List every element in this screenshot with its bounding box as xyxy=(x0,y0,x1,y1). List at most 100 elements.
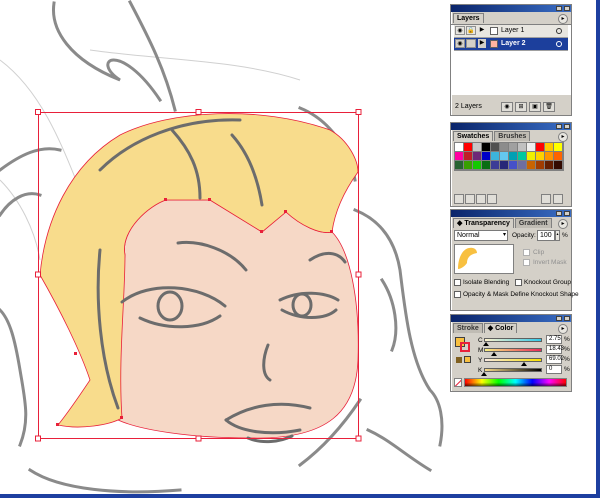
panel-menu-icon[interactable]: ▸ xyxy=(558,14,568,24)
tab-brushes[interactable]: Brushes xyxy=(494,131,531,141)
color-swatch[interactable] xyxy=(482,152,491,161)
channel-m-field[interactable]: 18.43 xyxy=(546,345,564,354)
panel-menu-icon[interactable]: ▸ xyxy=(558,132,568,142)
color-swatch[interactable] xyxy=(527,143,536,152)
expand-triangle-icon[interactable]: ▶ xyxy=(478,26,486,35)
color-swatch[interactable] xyxy=(482,161,491,170)
color-swatch[interactable] xyxy=(554,161,563,170)
color-spectrum-ramp[interactable] xyxy=(464,378,567,387)
show-color-swatches-icon[interactable] xyxy=(465,194,475,204)
transparency-title-bar[interactable] xyxy=(451,210,571,217)
visibility-eye-icon[interactable]: ◉ xyxy=(455,39,465,48)
color-swatch[interactable] xyxy=(554,143,563,152)
show-all-swatches-icon[interactable] xyxy=(454,194,464,204)
last-color-swatch[interactable] xyxy=(464,356,471,363)
channel-c-slider-thumb[interactable] xyxy=(483,342,489,346)
color-swatch[interactable] xyxy=(473,143,482,152)
color-swatch[interactable] xyxy=(455,161,464,170)
color-swatch[interactable] xyxy=(518,152,527,161)
panel-menu-icon[interactable]: ▸ xyxy=(558,324,568,334)
color-swatch[interactable] xyxy=(500,143,509,152)
new-layer-icon[interactable]: ▣ xyxy=(529,102,541,112)
minimize-button[interactable] xyxy=(556,316,562,321)
close-button[interactable] xyxy=(564,6,570,11)
trash-icon[interactable]: 🗑 xyxy=(543,102,555,112)
trash-icon[interactable] xyxy=(553,194,563,204)
color-swatch[interactable] xyxy=(473,161,482,170)
tab-color[interactable]: ◆ Color xyxy=(483,323,518,333)
color-swatch[interactable] xyxy=(455,143,464,152)
new-sublayer-icon[interactable]: ⊞ xyxy=(515,102,527,112)
color-swatch[interactable] xyxy=(527,152,536,161)
none-color-icon[interactable] xyxy=(454,378,462,387)
color-swatch[interactable] xyxy=(545,161,554,170)
tab-stroke[interactable]: Stroke xyxy=(453,323,483,333)
tab-transparency[interactable]: ◆ Transparency xyxy=(453,218,514,228)
layer-1-target-icon[interactable] xyxy=(556,28,562,34)
close-button[interactable] xyxy=(564,124,570,129)
channel-y-slider-thumb[interactable] xyxy=(521,362,527,366)
tab-swatches[interactable]: Swatches xyxy=(453,131,494,141)
color-swatch[interactable] xyxy=(473,152,482,161)
knockout-group-checkbox[interactable] xyxy=(515,279,522,286)
panel-menu-icon[interactable]: ▸ xyxy=(558,219,568,229)
minimize-button[interactable] xyxy=(556,211,562,216)
close-button[interactable] xyxy=(564,211,570,216)
show-gradient-swatches-icon[interactable] xyxy=(476,194,486,204)
color-swatch[interactable] xyxy=(482,143,491,152)
show-pattern-swatches-icon[interactable] xyxy=(487,194,497,204)
layers-title-bar[interactable] xyxy=(451,5,571,12)
channel-y-field[interactable]: 69.02 xyxy=(546,355,564,364)
color-swatch[interactable] xyxy=(464,143,473,152)
color-swatch[interactable] xyxy=(554,152,563,161)
tab-layers[interactable]: Layers xyxy=(453,13,484,23)
swatches-title-bar[interactable] xyxy=(451,123,571,130)
color-cube-icon[interactable] xyxy=(456,357,462,363)
color-swatch[interactable] xyxy=(509,152,518,161)
color-swatch[interactable] xyxy=(545,143,554,152)
color-swatch[interactable] xyxy=(527,161,536,170)
opacity-mask-knockout-checkbox[interactable] xyxy=(454,291,461,298)
layer-2-target-icon[interactable] xyxy=(556,41,562,47)
color-swatch[interactable] xyxy=(464,161,473,170)
channel-y-slider[interactable] xyxy=(484,358,542,362)
color-swatch[interactable] xyxy=(455,152,464,161)
layer-row-2[interactable]: ◉ ▶ Layer 2 xyxy=(454,38,568,51)
color-swatch[interactable] xyxy=(536,143,545,152)
color-swatch[interactable] xyxy=(518,143,527,152)
lock-toggle-icon[interactable] xyxy=(466,39,476,48)
layer-row-1[interactable]: ◉ 🔒 ▶ Layer 1 xyxy=(454,25,568,38)
isolate-blending-checkbox[interactable] xyxy=(454,279,461,286)
opacity-field[interactable]: 100 xyxy=(537,230,555,241)
color-title-bar[interactable] xyxy=(451,315,571,322)
channel-c-field[interactable]: 2.75 xyxy=(546,335,562,344)
lock-icon[interactable]: 🔒 xyxy=(466,26,476,35)
color-swatch[interactable] xyxy=(518,161,527,170)
color-swatch[interactable] xyxy=(545,152,554,161)
channel-k-field[interactable]: 0 xyxy=(546,365,562,374)
invert-mask-checkbox[interactable] xyxy=(523,259,530,266)
channel-c-slider[interactable] xyxy=(484,338,542,342)
color-swatch[interactable] xyxy=(536,161,545,170)
expand-triangle-icon[interactable]: ▶ xyxy=(478,39,486,48)
make-clipping-mask-icon[interactable]: ◉ xyxy=(501,102,513,112)
color-swatch[interactable] xyxy=(509,161,518,170)
opacity-stepper[interactable]: ▴ xyxy=(555,230,560,241)
color-swatch[interactable] xyxy=(464,152,473,161)
color-swatch[interactable] xyxy=(491,161,500,170)
color-swatch[interactable] xyxy=(536,152,545,161)
stroke-swatch[interactable] xyxy=(460,342,470,352)
color-swatch[interactable] xyxy=(491,143,500,152)
minimize-button[interactable] xyxy=(556,124,562,129)
channel-k-slider-thumb[interactable] xyxy=(481,372,487,376)
channel-k-slider[interactable] xyxy=(484,368,542,372)
color-swatch[interactable] xyxy=(491,152,500,161)
new-swatch-icon[interactable] xyxy=(541,194,551,204)
clip-checkbox[interactable] xyxy=(523,249,530,256)
visibility-eye-icon[interactable]: ◉ xyxy=(455,26,465,35)
tab-gradient[interactable]: Gradient xyxy=(514,218,552,228)
minimize-button[interactable] xyxy=(556,6,562,11)
color-swatch[interactable] xyxy=(500,152,509,161)
blend-mode-select[interactable]: Normal ▾ xyxy=(454,230,508,241)
channel-m-slider-thumb[interactable] xyxy=(491,352,497,356)
